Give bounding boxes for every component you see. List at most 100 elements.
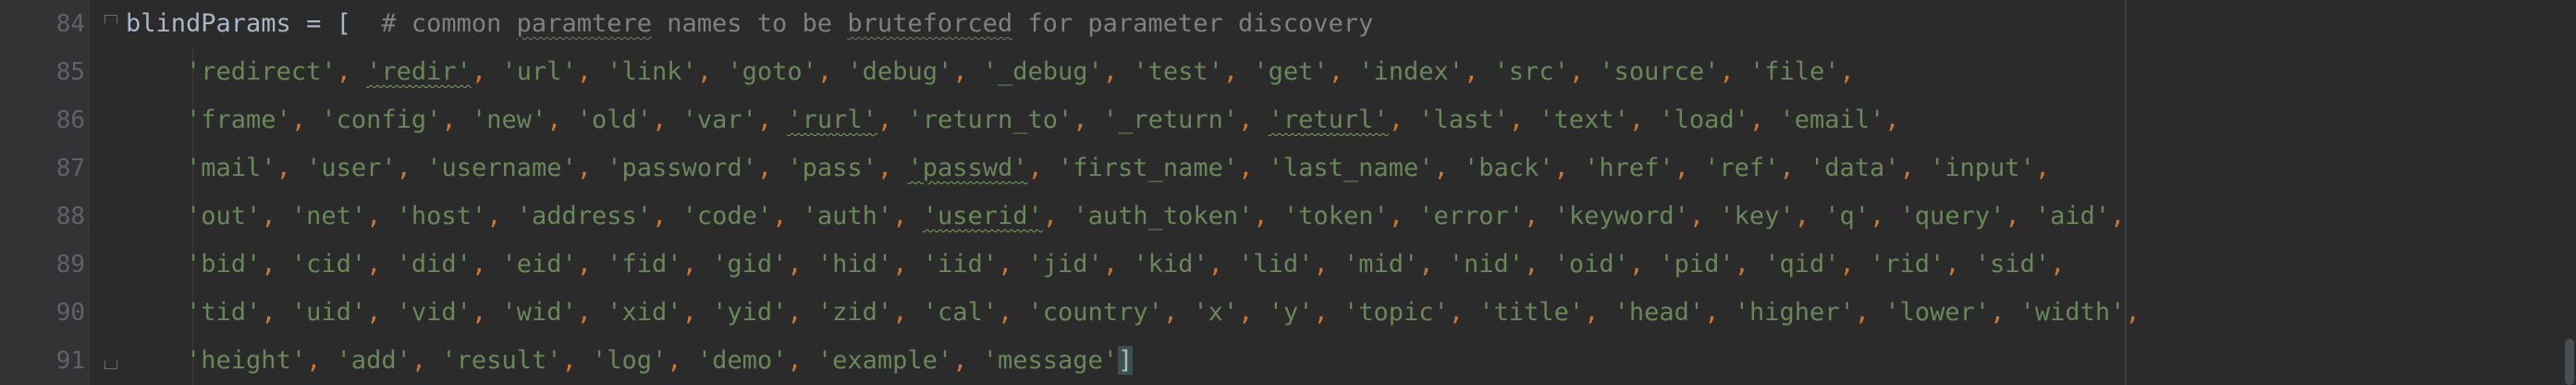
string-literal: 'frame' (186, 106, 291, 134)
code-editor[interactable]: 84 blindParams = [ # common paramtere na… (0, 0, 2576, 385)
comma: , (1553, 154, 1569, 182)
comma: , (1464, 57, 1479, 86)
comma: , (1524, 250, 1539, 279)
code-text[interactable]: 'bid', 'cid', 'did', 'eid', 'fid', 'gid'… (126, 241, 2065, 289)
string-literal: 'gid' (712, 250, 788, 279)
comma: , (652, 202, 668, 230)
comma: , (2050, 250, 2066, 279)
string-literal: 'iid' (922, 250, 998, 279)
comma: , (336, 57, 351, 86)
comma: , (366, 298, 382, 327)
code-line-85[interactable]: 85 'redirect', 'redir', 'url', 'link', '… (0, 48, 2576, 96)
comma: , (2005, 202, 2020, 230)
comma: , (681, 298, 697, 327)
code-line-90[interactable]: 90 'tid', 'uid', 'vid', 'wid', 'xid', 'y… (0, 289, 2576, 337)
comma: , (787, 298, 803, 327)
string-literal: 'query' (1899, 202, 2006, 230)
string-literal: 'passwd' (907, 154, 1028, 182)
string-literal: 'out' (186, 202, 262, 230)
string-literal: 'return_to' (907, 106, 1073, 134)
code-line-86[interactable]: 86 'frame', 'config', 'new', 'old', 'var… (0, 96, 2576, 144)
string-literal: 'width' (2019, 298, 2126, 327)
code-text[interactable]: 'tid', 'uid', 'vid', 'wid', 'xid', 'yid'… (126, 289, 2141, 337)
comma: , (1238, 106, 1254, 134)
comma: , (892, 250, 908, 279)
string-literal: 'password' (607, 154, 757, 182)
comma: , (1779, 154, 1795, 182)
string-literal: 'source' (1599, 57, 1720, 86)
comma: , (998, 298, 1013, 327)
string-literal: 'test' (1133, 57, 1223, 86)
string-literal: 'token' (1282, 202, 1389, 230)
code-text[interactable]: blindParams = [ # common paramtere names… (126, 0, 1373, 48)
comma: , (667, 346, 682, 375)
comma: , (471, 298, 487, 327)
code-line-91[interactable]: 91 'height', 'add', 'result', 'log', 'de… (0, 337, 2576, 385)
comma: , (261, 250, 276, 279)
string-literal: 'url' (501, 57, 577, 86)
comma: , (1388, 106, 1404, 134)
fold-collapse-icon[interactable] (104, 15, 117, 31)
scrollbar-thumb[interactable] (2565, 339, 2574, 385)
comma: , (1944, 250, 1960, 279)
code-line-89[interactable]: 89 'bid', 'cid', 'did', 'eid', 'fid', 'g… (0, 241, 2576, 289)
code-text[interactable]: 'mail', 'user', 'username', 'password', … (126, 144, 2050, 192)
string-literal: 'pass' (787, 154, 877, 182)
comma: , (1238, 154, 1254, 182)
comma: , (1688, 202, 1705, 230)
spelling-typo: bruteforced (847, 9, 1013, 38)
string-literal: 'topic' (1343, 298, 1449, 327)
string-literal: 'vid' (396, 298, 472, 327)
string-literal: 'did' (396, 250, 472, 279)
string-literal: 'q' (1824, 202, 1871, 230)
comma: , (1839, 250, 1855, 279)
comma: , (681, 250, 697, 279)
comma: , (772, 202, 788, 230)
comma: , (1027, 154, 1043, 182)
fold-end-icon[interactable] (104, 352, 117, 368)
comma: , (696, 57, 713, 86)
comma: , (1102, 57, 1119, 86)
string-literal: 'lid' (1238, 250, 1314, 279)
comma: , (396, 154, 411, 182)
string-literal: 'example' (816, 346, 953, 375)
code-line-84[interactable]: 84 blindParams = [ # common paramtere na… (0, 0, 2576, 48)
comma: , (1162, 298, 1179, 327)
code-text[interactable]: 'out', 'net', 'host', 'address', 'code',… (126, 192, 2125, 241)
comma: , (261, 298, 276, 327)
string-literal: 'new' (471, 106, 547, 134)
comma: , (2110, 202, 2126, 230)
string-literal: 'redir' (366, 57, 472, 86)
comma: , (411, 346, 427, 375)
line-number: 87 (55, 155, 85, 182)
string-literal: 'qid' (1764, 250, 1840, 279)
code-text[interactable]: 'redirect', 'redir', 'url', 'link', 'got… (126, 48, 1855, 96)
comma: , (1884, 106, 1900, 134)
comma: , (1388, 202, 1404, 230)
comma: , (1899, 154, 1915, 182)
string-literal: 'var' (681, 106, 757, 134)
code-comment: # common paramtere names to be bruteforc… (381, 9, 1373, 38)
string-literal: 'kid' (1133, 250, 1208, 279)
code-line-87[interactable]: 87 'mail', 'user', 'username', 'password… (0, 144, 2576, 192)
string-literal: 'pid' (1659, 250, 1735, 279)
comma: , (1674, 154, 1689, 182)
string-literal: 'head' (1613, 298, 1705, 327)
string-literal: 'xid' (607, 298, 682, 327)
string-literal: 'old' (576, 106, 653, 134)
comma: , (2125, 298, 2141, 327)
string-literal: 'load' (1659, 106, 1749, 134)
code-text[interactable]: 'height', 'add', 'result', 'log', 'demo'… (126, 337, 1134, 385)
comma: , (1208, 250, 1223, 279)
string-literal: 'tid' (186, 298, 262, 327)
comma: , (441, 106, 457, 134)
line-number: 91 (55, 347, 85, 375)
comma: , (1508, 106, 1525, 134)
string-literal: 'error' (1418, 202, 1525, 230)
comma: , (1734, 250, 1749, 279)
vertical-scrollbar[interactable] (2563, 0, 2576, 385)
comma: , (877, 106, 893, 134)
comma: , (952, 346, 968, 375)
code-line-88[interactable]: 88 'out', 'net', 'host', 'address', 'cod… (0, 192, 2576, 241)
code-text[interactable]: 'frame', 'config', 'new', 'old', 'var', … (126, 96, 1900, 144)
